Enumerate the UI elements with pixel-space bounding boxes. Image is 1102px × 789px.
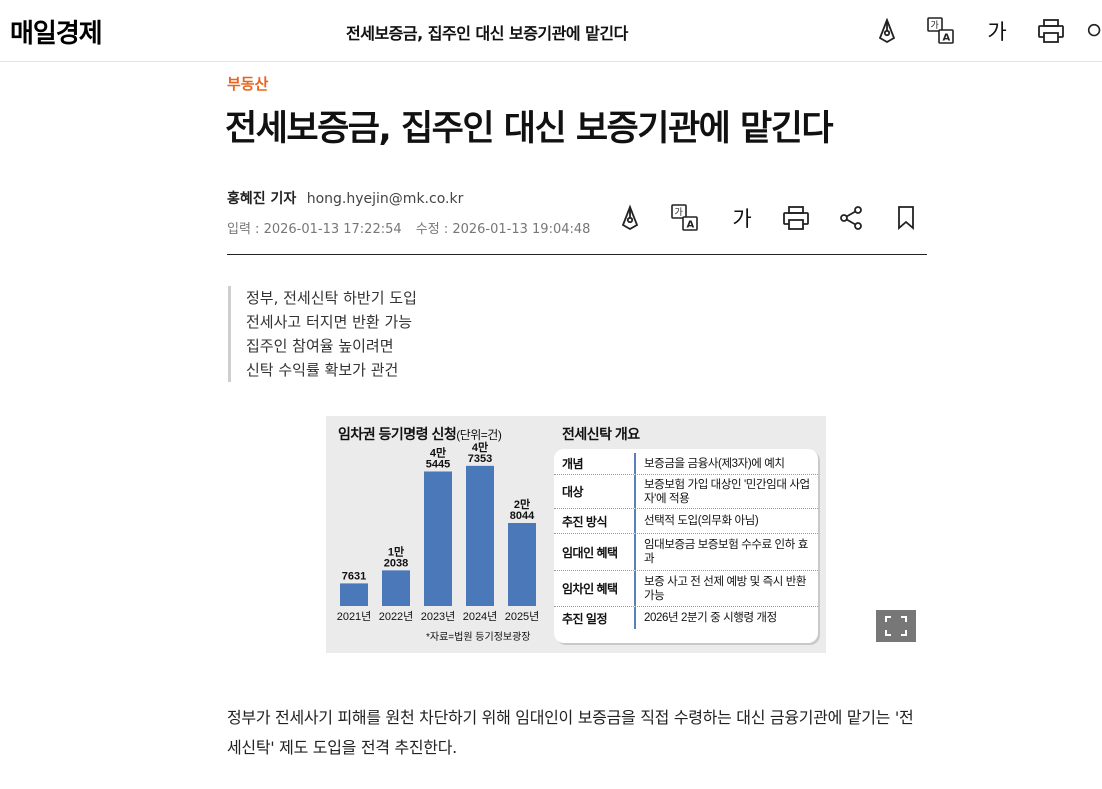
table-row: 추진 방식 선택적 도입(의무화 아님) xyxy=(554,509,818,534)
table-value: 선택적 도입(의무화 아님) xyxy=(634,509,818,533)
table-key: 임대인 혜택 xyxy=(562,545,618,560)
font-size-label: 가 xyxy=(987,20,1007,44)
expand-icon xyxy=(885,616,907,636)
summary-list: 정부, 전세신탁 하반기 도입 전세사고 터지면 반환 가능 집주인 참여율 높… xyxy=(228,286,417,382)
table-value: 임대보증금 보증보험 수수료 인하 효과 xyxy=(634,534,818,570)
translate-icon[interactable]: 가A xyxy=(924,14,958,48)
overview-table: 개념 보증금을 금융사(제3자)에 예치대상 보증보험 가입 대상인 '민간임대 사… xyxy=(554,449,818,643)
header-article-title: 전세보증금, 집주인 대신 보증기관에 맡긴다 xyxy=(346,24,628,43)
x-tick-label: 2024년 xyxy=(463,610,498,623)
article-toolbar: 가A 가 xyxy=(612,200,928,236)
bar-2022년 xyxy=(382,570,410,606)
data-label: 4만 xyxy=(430,445,446,459)
bar-2024년 xyxy=(466,465,494,606)
bar-chart: 76312021년1만20382022년4만54452023년4만7353202… xyxy=(337,440,540,623)
bar-2025년 xyxy=(508,522,536,606)
site-logo[interactable]: 매일경제 xyxy=(10,13,103,50)
font-size-label: 가 xyxy=(732,207,752,231)
pen-icon[interactable] xyxy=(870,14,904,48)
table-key: 임차인 혜택 xyxy=(562,582,618,596)
font-size-icon[interactable]: 가 xyxy=(724,200,760,236)
svg-text:가: 가 xyxy=(931,20,939,31)
table-key: 개념 xyxy=(562,457,584,471)
pen-icon[interactable] xyxy=(612,200,648,236)
article-body: 정부가 전세사기 피해를 원천 차단하기 위해 임대인이 보증금을 직접 수령하… xyxy=(227,708,914,757)
table-key: 대상 xyxy=(562,485,584,499)
data-label: 4만 xyxy=(472,440,488,454)
print-icon[interactable] xyxy=(1034,14,1068,48)
expand-image-button[interactable] xyxy=(876,610,916,642)
x-tick-label: 2023년 xyxy=(421,610,456,623)
table-row: 추진 일정 2026년 2분기 중 시행령 개정 xyxy=(554,607,818,629)
data-label: 8044 xyxy=(510,510,535,522)
table-value: 보증보험 가입 대상인 '민간임대 사업자'에 적용 xyxy=(634,475,818,508)
summary-item: 전세사고 터지면 반환 가능 xyxy=(246,313,413,331)
data-label: 7631 xyxy=(342,570,366,582)
category-label[interactable]: 부동산 xyxy=(227,73,268,94)
byline: 홍혜진 기자 hong.hyejin@mk.co.kr xyxy=(227,188,463,208)
translate-icon[interactable]: 가A xyxy=(667,200,703,236)
table-row: 대상 보증보험 가입 대상인 '민간임대 사업자'에 적용 xyxy=(554,475,818,509)
summary-item: 정부, 전세신탁 하반기 도입 xyxy=(246,289,417,307)
summary-item: 집주인 참여율 높이려면 xyxy=(246,337,394,355)
x-tick-label: 2021년 xyxy=(337,610,372,623)
table-row: 임대인 혜택 임대보증금 보증보험 수수료 인하 효과 xyxy=(554,534,818,571)
article-dates: 입력 : 2026-01-13 17:22:54 수정 : 2026-01-13… xyxy=(227,218,600,237)
bar-2021년 xyxy=(340,583,368,606)
table-value: 보증 사고 전 선제 예방 및 즉시 반환 가능 xyxy=(634,571,818,606)
table-key: 추진 방식 xyxy=(562,514,608,529)
header-divider xyxy=(227,254,927,255)
table-value: 2026년 2분기 중 시행령 개정 xyxy=(634,607,818,629)
modified-date: 수정 : 2026-01-13 19:04:48 xyxy=(415,222,591,237)
print-icon[interactable] xyxy=(778,200,814,236)
top-header: 매일경제 전세보증금, 집주인 대신 보증기관에 맡긴다 가A 가 xyxy=(0,0,1102,62)
x-tick-label: 2025년 xyxy=(505,610,540,623)
summary-item: 신탁 수익률 확보가 관건 xyxy=(246,361,399,379)
share-icon[interactable] xyxy=(833,200,869,236)
table-title: 전세신탁 개요 xyxy=(562,426,640,442)
svg-text:가: 가 xyxy=(675,207,683,218)
bookmark-icon[interactable] xyxy=(888,200,924,236)
chart-source: *자료=법원 등기정보광장 xyxy=(426,632,531,643)
data-label: 1만 xyxy=(388,544,404,558)
table-row: 임차인 혜택 보증 사고 전 선제 예방 및 즉시 반환 가능 xyxy=(554,571,818,607)
svg-text:A: A xyxy=(943,33,951,44)
reporter-name[interactable]: 홍혜진 기자 xyxy=(227,191,296,207)
table-row: 개념 보증금을 금융사(제3자)에 예치 xyxy=(554,453,818,475)
published-date: 입력 : 2026-01-13 17:22:54 xyxy=(227,222,402,237)
table-key: 추진 일정 xyxy=(562,611,608,626)
data-label: 5445 xyxy=(426,458,450,470)
data-label: 2038 xyxy=(384,557,408,569)
font-size-icon[interactable]: 가 xyxy=(980,14,1014,48)
data-label: 7353 xyxy=(468,453,492,465)
search-icon[interactable] xyxy=(1086,14,1102,48)
data-label: 2만 xyxy=(514,497,530,511)
svg-text:A: A xyxy=(687,220,695,231)
reporter-email[interactable]: hong.hyejin@mk.co.kr xyxy=(307,191,464,207)
article-figure[interactable]: 임차권 등기명령 신청(단위=건) 전세신탁 개요 7631 2021년 1만 203… xyxy=(326,416,826,653)
x-tick-label: 2022년 xyxy=(379,610,414,623)
table-value: 보증금을 금융사(제3자)에 예치 xyxy=(634,453,818,474)
bar-2023년 xyxy=(424,471,452,606)
headline: 전세보증금, 집주인 대신 보증기관에 맡긴다 xyxy=(225,109,834,149)
